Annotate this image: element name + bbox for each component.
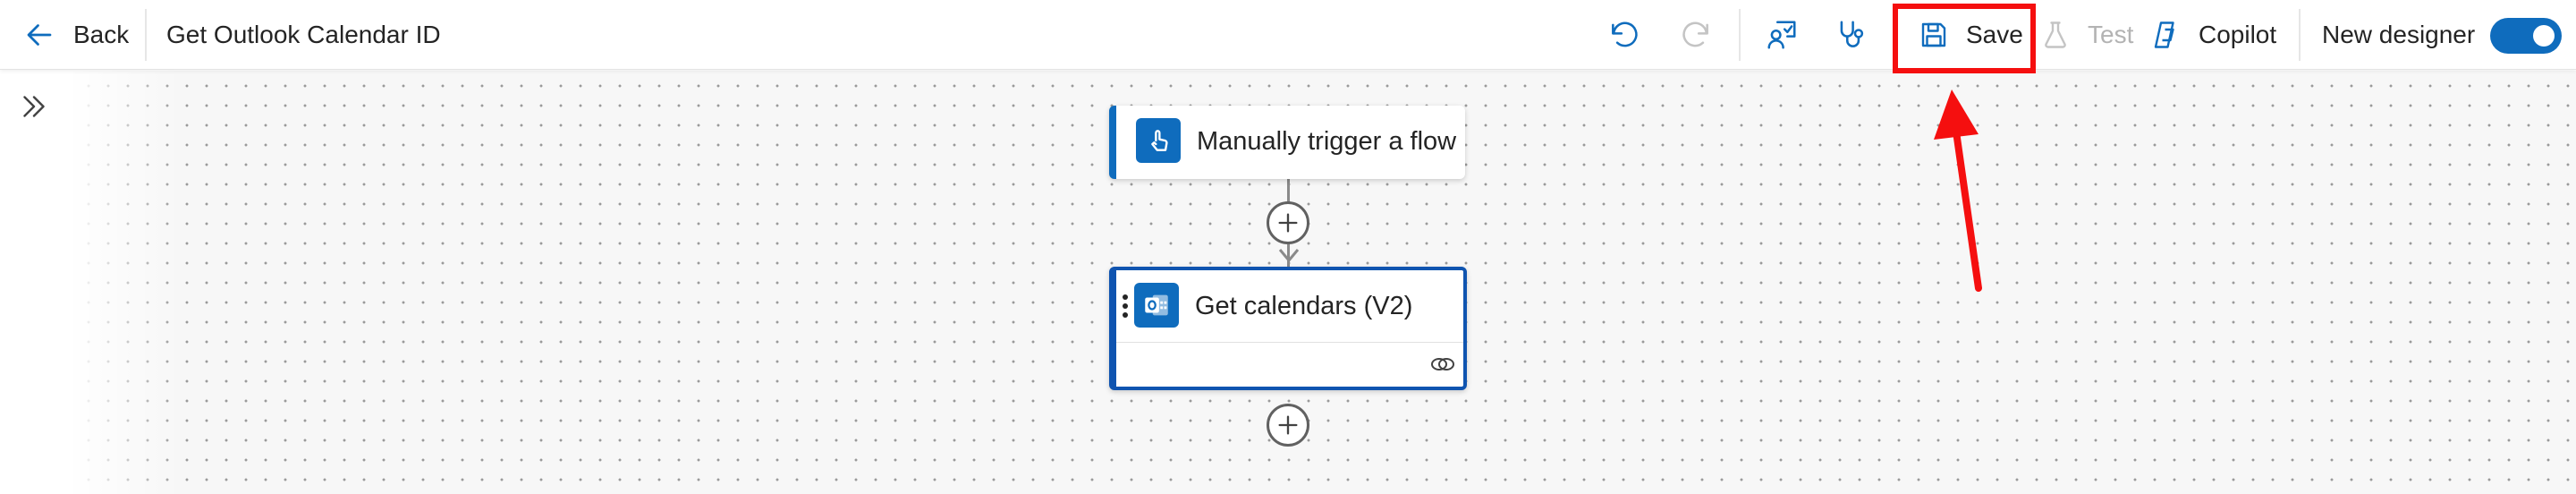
redo-icon <box>1682 21 1708 47</box>
copilot-button[interactable]: Copilot <box>2150 0 2276 70</box>
flow-health-button[interactable] <box>1825 0 1878 70</box>
undo-button[interactable] <box>1597 0 1651 70</box>
plus-icon <box>1278 415 1298 435</box>
toolbar-divider <box>145 9 147 61</box>
back-label: Back <box>73 21 130 48</box>
left-panel <box>0 71 73 494</box>
new-designer-label: New designer <box>2322 21 2476 48</box>
save-button[interactable]: Save <box>1918 0 2023 70</box>
flow-checker-icon <box>1767 21 1796 49</box>
toolbar-divider <box>1894 9 1896 61</box>
flask-icon <box>2045 21 2066 48</box>
save-label: Save <box>1966 21 2023 48</box>
flow-checker-button[interactable] <box>1755 0 1809 70</box>
toolbar-divider <box>1739 9 1741 61</box>
action-title: Get calendars (V2) <box>1195 292 1413 320</box>
outlook-icon <box>1134 283 1179 328</box>
toggle-knob <box>2533 25 2555 47</box>
top-command-bar: Back Get Outlook Calendar ID Save Test C… <box>0 0 2576 70</box>
trigger-card[interactable]: Manually trigger a flow <box>1109 106 1465 179</box>
add-step-button[interactable] <box>1267 404 1309 447</box>
test-button[interactable]: Test <box>2039 0 2133 70</box>
trigger-title: Manually trigger a flow <box>1197 127 1457 156</box>
copilot-label: Copilot <box>2199 21 2277 48</box>
connection-link-icon[interactable] <box>1429 353 1456 376</box>
insert-step-button[interactable] <box>1267 201 1309 244</box>
manual-trigger-icon <box>1136 118 1181 163</box>
card-divider <box>1116 342 1463 343</box>
test-label: Test <box>2088 21 2134 48</box>
save-icon <box>1921 22 1946 47</box>
get-calendars-card[interactable]: Get calendars (V2) <box>1109 267 1467 390</box>
flow-title: Get Outlook Calendar ID <box>166 21 441 48</box>
stethoscope-icon <box>1840 21 1864 47</box>
connector-arrow-icon <box>1278 249 1300 263</box>
new-designer-toggle[interactable] <box>2490 18 2562 54</box>
redo-button[interactable] <box>1669 0 1723 70</box>
arrow-left-icon <box>27 24 52 46</box>
back-button[interactable]: Back <box>23 0 129 70</box>
drag-handle-icon[interactable] <box>1122 294 1129 319</box>
designer-canvas[interactable]: Manually trigger a flow Get calendars (V… <box>73 71 2576 494</box>
expand-panel-icon[interactable] <box>18 90 50 123</box>
plus-icon <box>1278 213 1298 233</box>
undo-icon <box>1612 21 1638 47</box>
copilot-icon <box>2154 21 2174 48</box>
toolbar-divider <box>2299 9 2301 61</box>
